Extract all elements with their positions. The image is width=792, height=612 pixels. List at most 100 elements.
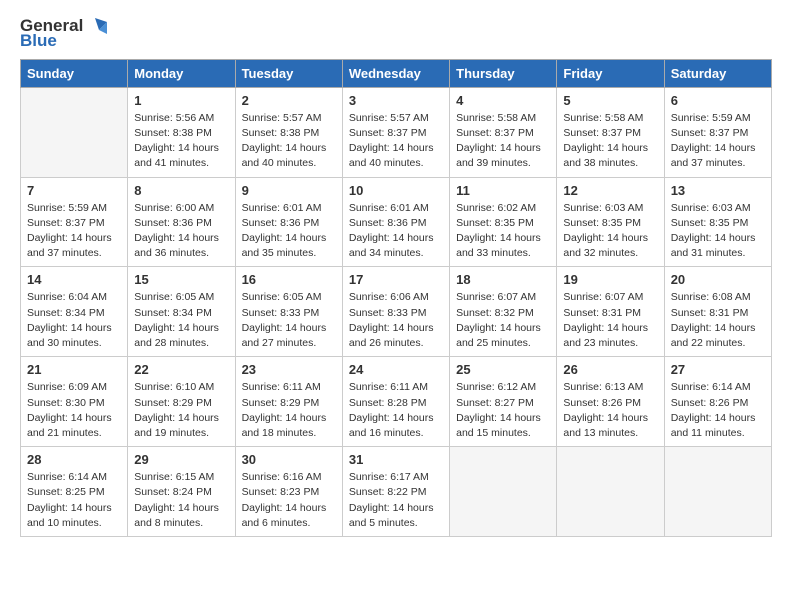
header-tuesday: Tuesday: [235, 59, 342, 87]
day-detail: Sunrise: 6:00 AMSunset: 8:36 PMDaylight:…: [134, 201, 228, 262]
day-detail: Sunrise: 5:57 AMSunset: 8:38 PMDaylight:…: [242, 111, 336, 172]
day-detail: Sunrise: 6:07 AMSunset: 8:31 PMDaylight:…: [563, 290, 657, 351]
day-number: 4: [456, 93, 550, 108]
calendar-table: SundayMondayTuesdayWednesdayThursdayFrid…: [20, 59, 772, 537]
calendar-cell: 23 Sunrise: 6:11 AMSunset: 8:29 PMDayligh…: [235, 357, 342, 447]
day-detail: Sunrise: 6:03 AMSunset: 8:35 PMDaylight:…: [671, 201, 765, 262]
day-number: 6: [671, 93, 765, 108]
day-detail: Sunrise: 5:56 AMSunset: 8:38 PMDaylight:…: [134, 111, 228, 172]
day-number: 28: [27, 452, 121, 467]
calendar-cell: 28 Sunrise: 6:14 AMSunset: 8:25 PMDayligh…: [21, 447, 128, 537]
calendar-cell: 25 Sunrise: 6:12 AMSunset: 8:27 PMDayligh…: [450, 357, 557, 447]
day-detail: Sunrise: 6:01 AMSunset: 8:36 PMDaylight:…: [349, 201, 443, 262]
calendar-cell: [21, 87, 128, 177]
day-number: 19: [563, 272, 657, 287]
day-number: 12: [563, 183, 657, 198]
day-detail: Sunrise: 6:11 AMSunset: 8:29 PMDaylight:…: [242, 380, 336, 441]
header-saturday: Saturday: [664, 59, 771, 87]
calendar-header-row: SundayMondayTuesdayWednesdayThursdayFrid…: [21, 59, 772, 87]
day-detail: Sunrise: 5:58 AMSunset: 8:37 PMDaylight:…: [456, 111, 550, 172]
calendar-cell: 18 Sunrise: 6:07 AMSunset: 8:32 PMDayligh…: [450, 267, 557, 357]
day-number: 11: [456, 183, 550, 198]
calendar-cell: 26Sunrise: 6:13 AMSunset: 8:26 PMDayligh…: [557, 357, 664, 447]
day-detail: Sunrise: 6:05 AMSunset: 8:33 PMDaylight:…: [242, 290, 336, 351]
day-detail: Sunrise: 6:13 AMSunset: 8:26 PMDaylight:…: [563, 380, 657, 441]
day-detail: Sunrise: 6:10 AMSunset: 8:29 PMDaylight:…: [134, 380, 228, 441]
calendar-cell: 16 Sunrise: 6:05 AMSunset: 8:33 PMDayligh…: [235, 267, 342, 357]
day-detail: Sunrise: 6:14 AMSunset: 8:25 PMDaylight:…: [27, 470, 121, 531]
day-detail: Sunrise: 6:16 AMSunset: 8:23 PMDaylight:…: [242, 470, 336, 531]
calendar-cell: [557, 447, 664, 537]
day-number: 3: [349, 93, 443, 108]
day-number: 9: [242, 183, 336, 198]
calendar-week-2: 7 Sunrise: 5:59 AMSunset: 8:37 PMDaylight…: [21, 177, 772, 267]
logo-wrapper: General Blue: [20, 16, 107, 51]
logo: General Blue: [20, 16, 107, 51]
day-detail: Sunrise: 6:12 AMSunset: 8:27 PMDaylight:…: [456, 380, 550, 441]
day-number: 13: [671, 183, 765, 198]
day-detail: Sunrise: 5:57 AMSunset: 8:37 PMDaylight:…: [349, 111, 443, 172]
calendar-cell: 5 Sunrise: 5:58 AMSunset: 8:37 PMDaylight…: [557, 87, 664, 177]
day-detail: Sunrise: 6:15 AMSunset: 8:24 PMDaylight:…: [134, 470, 228, 531]
calendar-week-4: 21Sunrise: 6:09 AMSunset: 8:30 PMDayligh…: [21, 357, 772, 447]
day-number: 20: [671, 272, 765, 287]
calendar-cell: 15 Sunrise: 6:05 AMSunset: 8:34 PMDayligh…: [128, 267, 235, 357]
day-detail: Sunrise: 6:17 AMSunset: 8:22 PMDaylight:…: [349, 470, 443, 531]
day-number: 15: [134, 272, 228, 287]
calendar-cell: 27 Sunrise: 6:14 AMSunset: 8:26 PMDayligh…: [664, 357, 771, 447]
header-monday: Monday: [128, 59, 235, 87]
calendar-week-5: 28 Sunrise: 6:14 AMSunset: 8:25 PMDayligh…: [21, 447, 772, 537]
calendar-cell: 21Sunrise: 6:09 AMSunset: 8:30 PMDayligh…: [21, 357, 128, 447]
calendar-cell: 8 Sunrise: 6:00 AMSunset: 8:36 PMDaylight…: [128, 177, 235, 267]
day-number: 22: [134, 362, 228, 377]
day-detail: Sunrise: 6:06 AMSunset: 8:33 PMDaylight:…: [349, 290, 443, 351]
day-number: 25: [456, 362, 550, 377]
day-detail: Sunrise: 5:58 AMSunset: 8:37 PMDaylight:…: [563, 111, 657, 172]
calendar-cell: 1 Sunrise: 5:56 AMSunset: 8:38 PMDaylight…: [128, 87, 235, 177]
day-detail: Sunrise: 6:04 AMSunset: 8:34 PMDaylight:…: [27, 290, 121, 351]
day-detail: Sunrise: 6:05 AMSunset: 8:34 PMDaylight:…: [134, 290, 228, 351]
day-number: 17: [349, 272, 443, 287]
calendar-cell: 12Sunrise: 6:03 AMSunset: 8:35 PMDayligh…: [557, 177, 664, 267]
header-thursday: Thursday: [450, 59, 557, 87]
calendar-cell: 13 Sunrise: 6:03 AMSunset: 8:35 PMDayligh…: [664, 177, 771, 267]
calendar-cell: 19 Sunrise: 6:07 AMSunset: 8:31 PMDayligh…: [557, 267, 664, 357]
day-number: 14: [27, 272, 121, 287]
calendar-week-1: 1 Sunrise: 5:56 AMSunset: 8:38 PMDaylight…: [21, 87, 772, 177]
calendar-cell: 24 Sunrise: 6:11 AMSunset: 8:28 PMDayligh…: [342, 357, 449, 447]
calendar-cell: 30 Sunrise: 6:16 AMSunset: 8:23 PMDayligh…: [235, 447, 342, 537]
day-detail: Sunrise: 6:14 AMSunset: 8:26 PMDaylight:…: [671, 380, 765, 441]
calendar-cell: 10 Sunrise: 6:01 AMSunset: 8:36 PMDayligh…: [342, 177, 449, 267]
day-number: 18: [456, 272, 550, 287]
day-number: 8: [134, 183, 228, 198]
day-detail: Sunrise: 6:07 AMSunset: 8:32 PMDaylight:…: [456, 290, 550, 351]
day-number: 27: [671, 362, 765, 377]
day-number: 29: [134, 452, 228, 467]
day-number: 7: [27, 183, 121, 198]
calendar-cell: [450, 447, 557, 537]
day-number: 31: [349, 452, 443, 467]
calendar-cell: 20 Sunrise: 6:08 AMSunset: 8:31 PMDayligh…: [664, 267, 771, 357]
calendar-cell: 22 Sunrise: 6:10 AMSunset: 8:29 PMDayligh…: [128, 357, 235, 447]
day-number: 2: [242, 93, 336, 108]
day-number: 16: [242, 272, 336, 287]
calendar-cell: 29 Sunrise: 6:15 AMSunset: 8:24 PMDayligh…: [128, 447, 235, 537]
calendar-cell: 3 Sunrise: 5:57 AMSunset: 8:37 PMDaylight…: [342, 87, 449, 177]
day-number: 10: [349, 183, 443, 198]
day-number: 30: [242, 452, 336, 467]
header-friday: Friday: [557, 59, 664, 87]
day-number: 5: [563, 93, 657, 108]
day-detail: Sunrise: 6:11 AMSunset: 8:28 PMDaylight:…: [349, 380, 443, 441]
calendar-cell: 6Sunrise: 5:59 AMSunset: 8:37 PMDaylight…: [664, 87, 771, 177]
day-detail: Sunrise: 6:01 AMSunset: 8:36 PMDaylight:…: [242, 201, 336, 262]
calendar-cell: 7 Sunrise: 5:59 AMSunset: 8:37 PMDaylight…: [21, 177, 128, 267]
day-number: 24: [349, 362, 443, 377]
calendar-cell: 17 Sunrise: 6:06 AMSunset: 8:33 PMDayligh…: [342, 267, 449, 357]
day-detail: Sunrise: 6:09 AMSunset: 8:30 PMDaylight:…: [27, 380, 121, 441]
day-number: 23: [242, 362, 336, 377]
day-detail: Sunrise: 6:08 AMSunset: 8:31 PMDaylight:…: [671, 290, 765, 351]
calendar-cell: 14 Sunrise: 6:04 AMSunset: 8:34 PMDayligh…: [21, 267, 128, 357]
day-detail: Sunrise: 5:59 AMSunset: 8:37 PMDaylight:…: [27, 201, 121, 262]
calendar-cell: 2 Sunrise: 5:57 AMSunset: 8:38 PMDaylight…: [235, 87, 342, 177]
day-number: 1: [134, 93, 228, 108]
